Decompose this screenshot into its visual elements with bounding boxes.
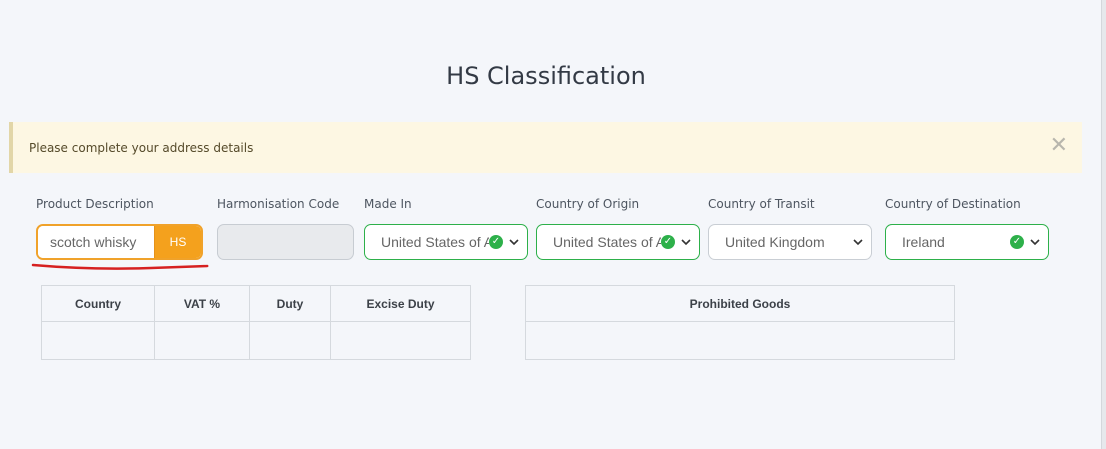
hs-code-button[interactable]: HS CODE — [154, 226, 201, 258]
chevron-down-icon — [853, 239, 863, 246]
table-cell — [330, 321, 471, 360]
table-cell — [525, 321, 955, 360]
table-cell — [41, 321, 155, 360]
close-icon[interactable]: ✕ — [1050, 134, 1068, 158]
table-header-row: Country VAT % Duty Excise Duty — [41, 285, 471, 322]
label-country-of-origin: Country of Origin — [536, 197, 640, 211]
country-of-transit-select[interactable]: United Kingdom — [708, 224, 872, 260]
country-of-destination-select[interactable]: Ireland ✓ — [885, 224, 1049, 260]
country-of-origin-value: United States of America — [553, 234, 661, 250]
address-alert: Please complete your address details ✕ — [9, 122, 1082, 173]
column-header-vat: VAT % — [154, 285, 250, 322]
label-country-of-transit: Country of Transit — [708, 197, 815, 211]
label-product-description: Product Description — [36, 197, 154, 211]
column-header-excise-duty: Excise Duty — [330, 285, 471, 322]
check-circle-icon: ✓ — [1010, 235, 1024, 249]
table-row — [525, 321, 955, 360]
column-header-prohibited-goods: Prohibited Goods — [525, 285, 955, 322]
country-of-origin-select[interactable]: United States of America ✓ — [536, 224, 700, 260]
column-header-country: Country — [41, 285, 155, 322]
country-of-transit-value: United Kingdom — [725, 234, 825, 250]
made-in-select[interactable]: United States of America ✓ — [364, 224, 528, 260]
table-row — [41, 321, 471, 360]
made-in-value: United States of America — [381, 234, 489, 250]
label-harmonisation-code: Harmonisation Code — [217, 197, 340, 211]
table-header-row: Prohibited Goods — [525, 285, 955, 322]
chevron-down-icon — [681, 239, 691, 246]
label-country-of-destination: Country of Destination — [885, 197, 1021, 211]
country-of-destination-value: Ireland — [902, 234, 945, 250]
prohibited-goods-table: Prohibited Goods — [525, 285, 955, 360]
red-underline-annotation — [31, 263, 209, 270]
column-header-duty: Duty — [249, 285, 331, 322]
check-circle-icon: ✓ — [489, 235, 503, 249]
label-made-in: Made In — [364, 197, 412, 211]
table-cell — [249, 321, 331, 360]
harmonisation-code-field — [217, 224, 354, 260]
check-circle-icon: ✓ — [661, 235, 675, 249]
product-description-group: HS CODE — [36, 224, 203, 260]
page-title: HS Classification — [446, 62, 646, 91]
chevron-down-icon — [509, 239, 519, 246]
chevron-down-icon — [1030, 239, 1040, 246]
table-cell — [154, 321, 250, 360]
scrollbar[interactable] — [1101, 0, 1106, 449]
rates-table: Country VAT % Duty Excise Duty — [41, 285, 471, 360]
product-description-input[interactable] — [38, 226, 154, 258]
alert-message: Please complete your address details — [29, 141, 254, 155]
